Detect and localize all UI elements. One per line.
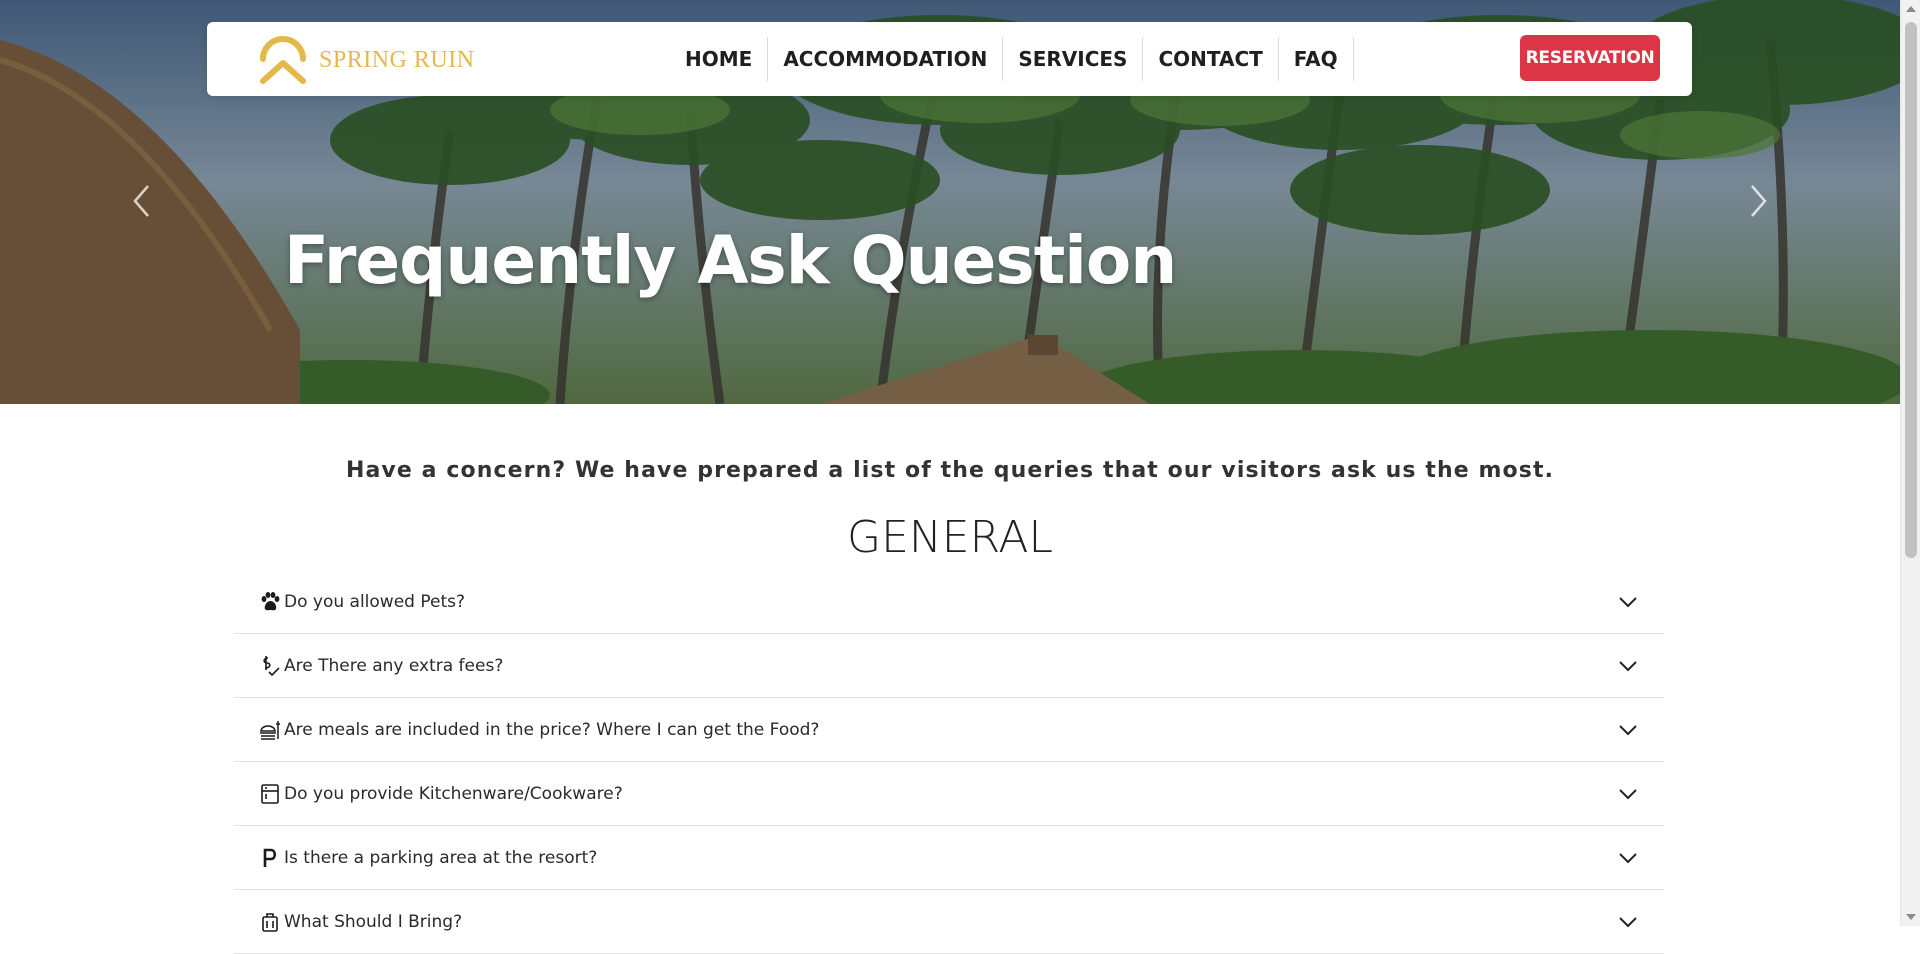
faq-question: What Should I Bring?	[284, 911, 463, 932]
faq-question: Are There any extra fees?	[284, 655, 504, 676]
faq-question: Are meals are included in the price? Whe…	[284, 719, 820, 740]
navbar: SPRING RUIN HOME ACCOMMODATION SERVICES …	[207, 22, 1692, 96]
faq-item-parking[interactable]: Is there a parking area at the resort?	[234, 826, 1664, 890]
faq-question: Do you allowed Pets?	[284, 591, 466, 612]
chevron-arch-logo-icon	[260, 36, 306, 84]
paw-icon	[258, 590, 282, 614]
nav-item-faq[interactable]: FAQ	[1279, 37, 1354, 81]
brand-logo-link[interactable]: SPRING RUIN	[257, 32, 475, 88]
faq-question: Is there a parking area at the resort?	[284, 847, 598, 868]
faq-item-kitchenware[interactable]: Do you provide Kitchenware/Cookware?	[234, 762, 1664, 826]
faq-item-pets[interactable]: Do you allowed Pets?	[234, 570, 1664, 634]
chevron-down-icon	[1619, 916, 1637, 927]
brand-name: SPRING RUIN	[319, 46, 475, 73]
nav-item-services[interactable]: SERVICES	[1003, 37, 1144, 81]
chevron-down-icon	[1619, 596, 1637, 607]
dollar-check-icon	[258, 654, 282, 678]
faq-accordion: Do you allowed Pets? Are There any extra…	[234, 570, 1664, 954]
faq-question: Do you provide Kitchenware/Cookware?	[284, 783, 623, 804]
luggage-icon	[258, 910, 282, 934]
page-title: Frequently Ask Question	[284, 222, 1177, 299]
scroll-down-arrow-icon	[1906, 914, 1916, 920]
carousel-next-button[interactable]	[1743, 183, 1773, 219]
carousel-prev-button[interactable]	[127, 183, 157, 219]
nav-menu: HOME ACCOMMODATION SERVICES CONTACT FAQ	[670, 36, 1354, 82]
chevron-right-icon	[1751, 185, 1767, 217]
nav-item-contact[interactable]: CONTACT	[1143, 37, 1279, 81]
chevron-down-icon	[1619, 852, 1637, 863]
faq-item-what-to-bring[interactable]: What Should I Bring?	[234, 890, 1664, 954]
faq-item-extra-fees[interactable]: Are There any extra fees?	[234, 634, 1664, 698]
scroll-up-arrow-icon	[1906, 6, 1916, 12]
chevron-down-icon	[1619, 724, 1637, 735]
chevron-down-icon	[1619, 788, 1637, 799]
scroll-down-button[interactable]	[1901, 908, 1920, 926]
chevron-left-icon	[133, 185, 149, 217]
nav-item-accommodation[interactable]: ACCOMMODATION	[768, 37, 1004, 81]
parking-icon	[258, 846, 282, 870]
kitchen-icon	[258, 782, 282, 806]
reservation-button[interactable]: RESERVATION	[1520, 35, 1660, 81]
chevron-down-icon	[1619, 660, 1637, 671]
faq-item-meals[interactable]: Are meals are included in the price? Whe…	[234, 698, 1664, 762]
scrollbar-thumb[interactable]	[1905, 22, 1917, 558]
page-scrollbar[interactable]	[1900, 0, 1920, 926]
meal-icon	[258, 718, 282, 742]
section-heading-general: GENERAL	[846, 512, 1053, 563]
nav-item-home[interactable]: HOME	[670, 37, 769, 81]
intro-text: Have a concern? We have prepared a list …	[345, 458, 1555, 483]
scroll-up-button[interactable]	[1901, 0, 1920, 18]
